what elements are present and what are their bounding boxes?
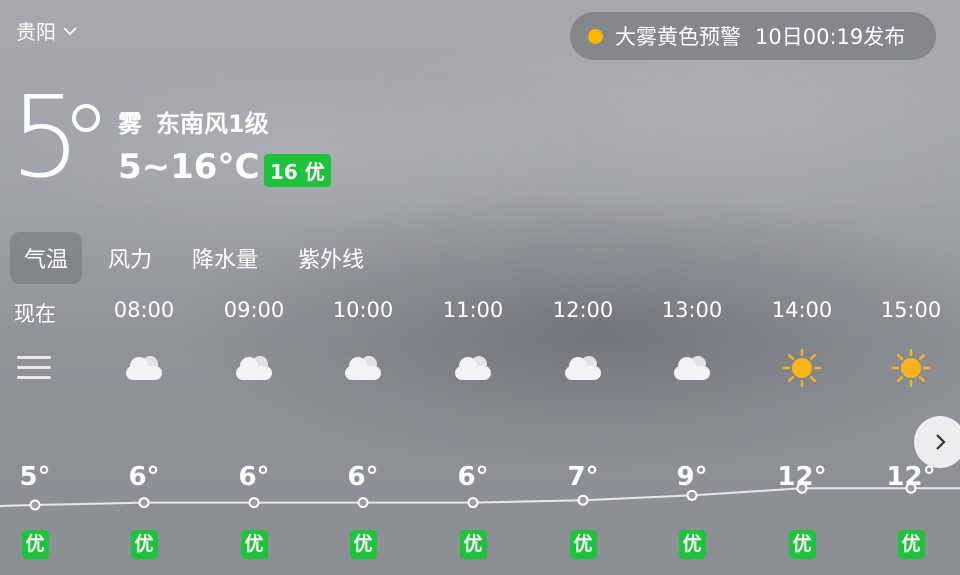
temperature-point xyxy=(138,497,150,509)
temperature-point xyxy=(577,494,589,506)
temperature-point xyxy=(686,489,698,501)
temperature-point xyxy=(467,497,479,509)
temperature-point xyxy=(248,497,260,509)
temperature-point xyxy=(29,499,41,511)
temperature-point xyxy=(357,497,369,509)
temperature-point xyxy=(905,482,917,494)
temperature-line-chart xyxy=(0,482,960,511)
chevron-right-icon xyxy=(936,434,946,450)
temperature-point xyxy=(796,482,808,494)
next-page-button[interactable] xyxy=(914,416,960,468)
